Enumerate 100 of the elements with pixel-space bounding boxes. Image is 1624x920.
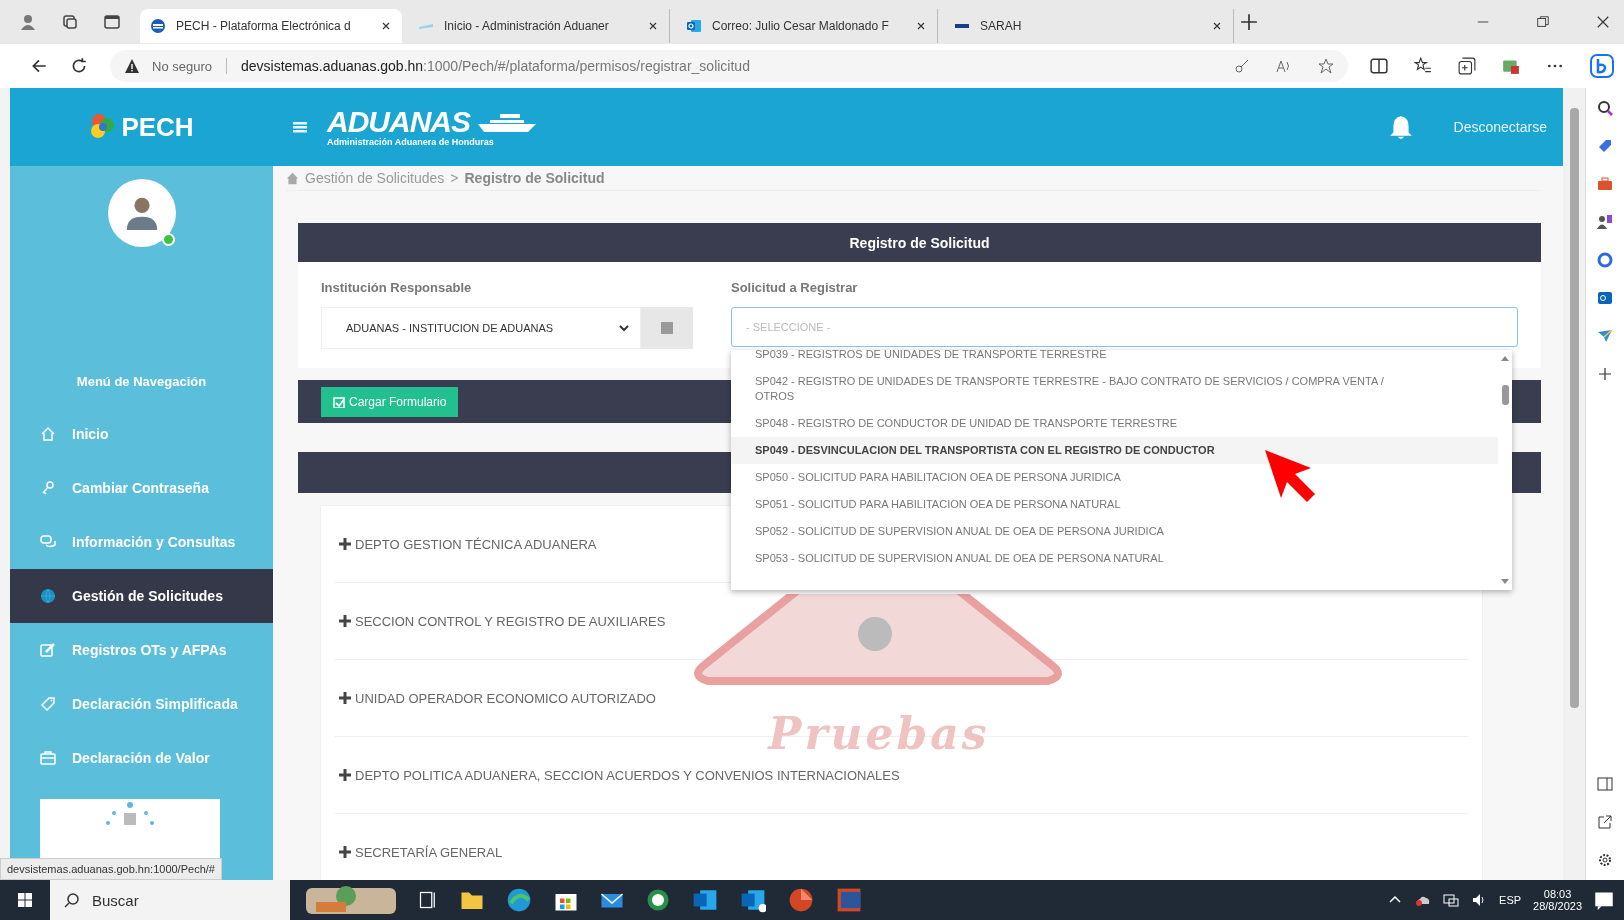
menu-icon[interactable] <box>293 120 307 134</box>
settings-icon[interactable] <box>1597 852 1613 868</box>
read-aloud-icon[interactable] <box>1276 58 1292 74</box>
scrollbar-thumb[interactable] <box>1501 385 1509 405</box>
plus-icon <box>339 769 351 781</box>
dropdown-option[interactable]: SP051 - SOLICITUD PARA HABILITACION OEA DE PERSONA NATURAL <box>731 491 1498 518</box>
profile-icon[interactable] <box>20 14 36 30</box>
scroll-up-icon[interactable] <box>1500 354 1510 364</box>
restore-icon[interactable] <box>1536 15 1550 29</box>
tag-icon <box>40 696 56 712</box>
menu-title: Menú de Navegación <box>75 374 208 389</box>
institution-select[interactable]: ADUANAS - INSTITUCION DE ADUANAS <box>321 307 641 349</box>
search-icon <box>64 892 80 908</box>
dropdown-option[interactable]: SP048 - REGISTRO DE CONDUCTOR DE UNIDAD DE TRANSPORTE TERRESTRE <box>731 410 1498 437</box>
scroll-down-icon[interactable] <box>1500 576 1510 586</box>
plus-icon <box>339 692 351 704</box>
task-view-icon[interactable] <box>418 890 438 910</box>
network-icon[interactable] <box>1443 892 1460 908</box>
dropdown-option[interactable]: SP049 - DESVINCULACION DEL TRANSPORTISTA CON EL REGISTRO DE CONDUCTOR <box>731 437 1498 464</box>
close-icon[interactable] <box>915 20 927 32</box>
accordion-item[interactable]: SECCION CONTROL Y REGISTRO DE AUXILIARES <box>335 611 666 631</box>
browser-tab[interactable]: Inicio - Administración Aduaner <box>408 9 670 43</box>
new-tab-icon[interactable] <box>1240 13 1258 31</box>
dropdown-option[interactable]: SP042 - REGISTRO DE UNIDADES DE TRANSPORTE TERRESTRE - BAJO CONTRATO DE SERVICIOS / COMPRA VENTA / OTROS <box>731 368 1498 410</box>
stop-icon <box>661 322 673 334</box>
tab-actions-icon[interactable] <box>104 14 120 30</box>
globe-icon <box>40 588 56 604</box>
dropdown-option[interactable]: SP050 - SOLICITUD PARA HABILITACION OEA DE PERSONA JURIDICA <box>731 464 1498 491</box>
briefcase-icon[interactable] <box>1597 176 1613 192</box>
accordion-item[interactable]: SECRETARÍA GENERAL <box>335 842 503 862</box>
ring-icon[interactable] <box>1597 252 1613 268</box>
people-icon[interactable] <box>1597 214 1613 230</box>
field-label: Solicitud a Registrar <box>731 280 859 295</box>
accordion-item[interactable]: DEPTO POLITICA ADUANERA, SECCION ACUERDOS Y CONVENIOS INTERNACIONALES <box>335 765 900 785</box>
field-label: Institución Responsable <box>321 280 473 295</box>
edit-icon <box>40 642 56 658</box>
mail-app-icon[interactable] <box>740 887 766 913</box>
page-scrollbar-thumb[interactable] <box>1569 108 1579 708</box>
key-icon[interactable] <box>1234 58 1250 74</box>
bell-icon[interactable] <box>1387 114 1414 140</box>
warning-icon <box>124 58 140 74</box>
accordion-item[interactable]: UNIDAD OPERADOR ECONOMICO AUTORIZADO <box>335 688 656 708</box>
tag-icon[interactable] <box>1597 138 1613 154</box>
card-title: Registro de Solicitud <box>298 223 1541 262</box>
dropdown-option[interactable]: SP053 - SOLICITUD DE SUPERVISION ANUAL DE OEA DE PERSONA NATURAL <box>731 545 1498 572</box>
back-icon[interactable] <box>30 57 48 75</box>
breadcrumb-separator: > <box>450 170 459 186</box>
presentation-app-icon[interactable] <box>788 887 814 913</box>
taskbar-search-field[interactable]: Buscar <box>50 880 290 920</box>
status-url-tooltip: devsistemas.aduanas.gob.hn:1000/Pech/# <box>0 858 222 880</box>
close-icon[interactable] <box>1211 20 1223 32</box>
favorite-star-icon[interactable] <box>1318 58 1334 74</box>
url-text: devsistemas.aduanas.gob.hn:1000/Pech/#/plataforma/permisos/registrar_solicitud <box>241 58 751 74</box>
browser-tab[interactable]: SARAH <box>944 9 1234 43</box>
checkbox-icon <box>333 395 345 408</box>
browser-tab[interactable]: Correo: Julio Cesar Maldonado F <box>676 9 938 43</box>
paper-plane-icon[interactable] <box>1597 328 1613 344</box>
search-icon[interactable] <box>1597 100 1613 116</box>
collections-icon[interactable] <box>1458 57 1476 75</box>
favorites-icon[interactable] <box>1414 57 1432 75</box>
watermark-text: Pruebas <box>768 708 990 759</box>
key-icon <box>40 480 56 496</box>
address-bar[interactable]: No seguro devsistemas.aduanas.gob.hn:1000/Pech/#/plataforma/permisos/registrar_solicitud <box>110 50 1348 82</box>
security-label: No seguro <box>151 57 212 76</box>
accordion-item[interactable]: DEPTO GESTION TÉCNICA ADUANERA <box>335 534 597 554</box>
app-logo-text: PECH <box>121 111 194 143</box>
copilot-icon[interactable] <box>1590 54 1614 78</box>
dropdown-option[interactable]: SP052 - SOLICITUD DE SUPERVISION ANUAL DE OEA DE PERSONA JURIDICA <box>731 518 1498 545</box>
refresh-icon[interactable] <box>70 57 88 75</box>
external-link-icon[interactable] <box>1597 814 1613 830</box>
plus-icon <box>339 846 351 858</box>
notification-icon[interactable] <box>1594 890 1614 910</box>
request-search-field[interactable]: - SELECCIONE - <box>731 307 1518 347</box>
close-icon[interactable] <box>380 20 392 32</box>
home-icon <box>40 426 56 442</box>
split-screen-icon[interactable] <box>1370 57 1388 75</box>
plus-icon <box>339 538 351 550</box>
windows-logo-icon[interactable] <box>17 892 33 908</box>
caret-icon <box>618 322 630 334</box>
briefcase-icon <box>40 750 56 766</box>
site-favicon-icon <box>150 18 166 34</box>
language-indicator[interactable]: ESP <box>1499 894 1522 906</box>
document-app-icon[interactable] <box>836 887 862 913</box>
chat-icon <box>40 534 56 550</box>
globe-icon[interactable] <box>646 888 670 912</box>
mail-app-icon <box>686 18 702 34</box>
plus-icon <box>339 615 351 627</box>
brand-name: ADUANAS <box>327 107 470 137</box>
breadcrumb-current: Registro de Solicitud <box>464 170 605 186</box>
brand-subtitle: Administración Aduanera de Honduras <box>327 137 495 147</box>
collections-icon[interactable] <box>62 14 78 30</box>
close-icon[interactable] <box>647 20 659 32</box>
browser-tab[interactable]: PECH - Plataforma Electrónica d <box>140 9 402 43</box>
plus-icon[interactable] <box>1597 366 1613 382</box>
clock[interactable]: 08:03 28/8/2023 <box>1533 888 1582 912</box>
browser-icon[interactable] <box>506 887 532 913</box>
extension-icon[interactable] <box>1502 57 1520 75</box>
nav-item[interactable]: Gestión de Solicitudes <box>10 569 273 623</box>
close-icon[interactable] <box>1596 15 1610 29</box>
panel-icon[interactable] <box>1597 776 1613 792</box>
